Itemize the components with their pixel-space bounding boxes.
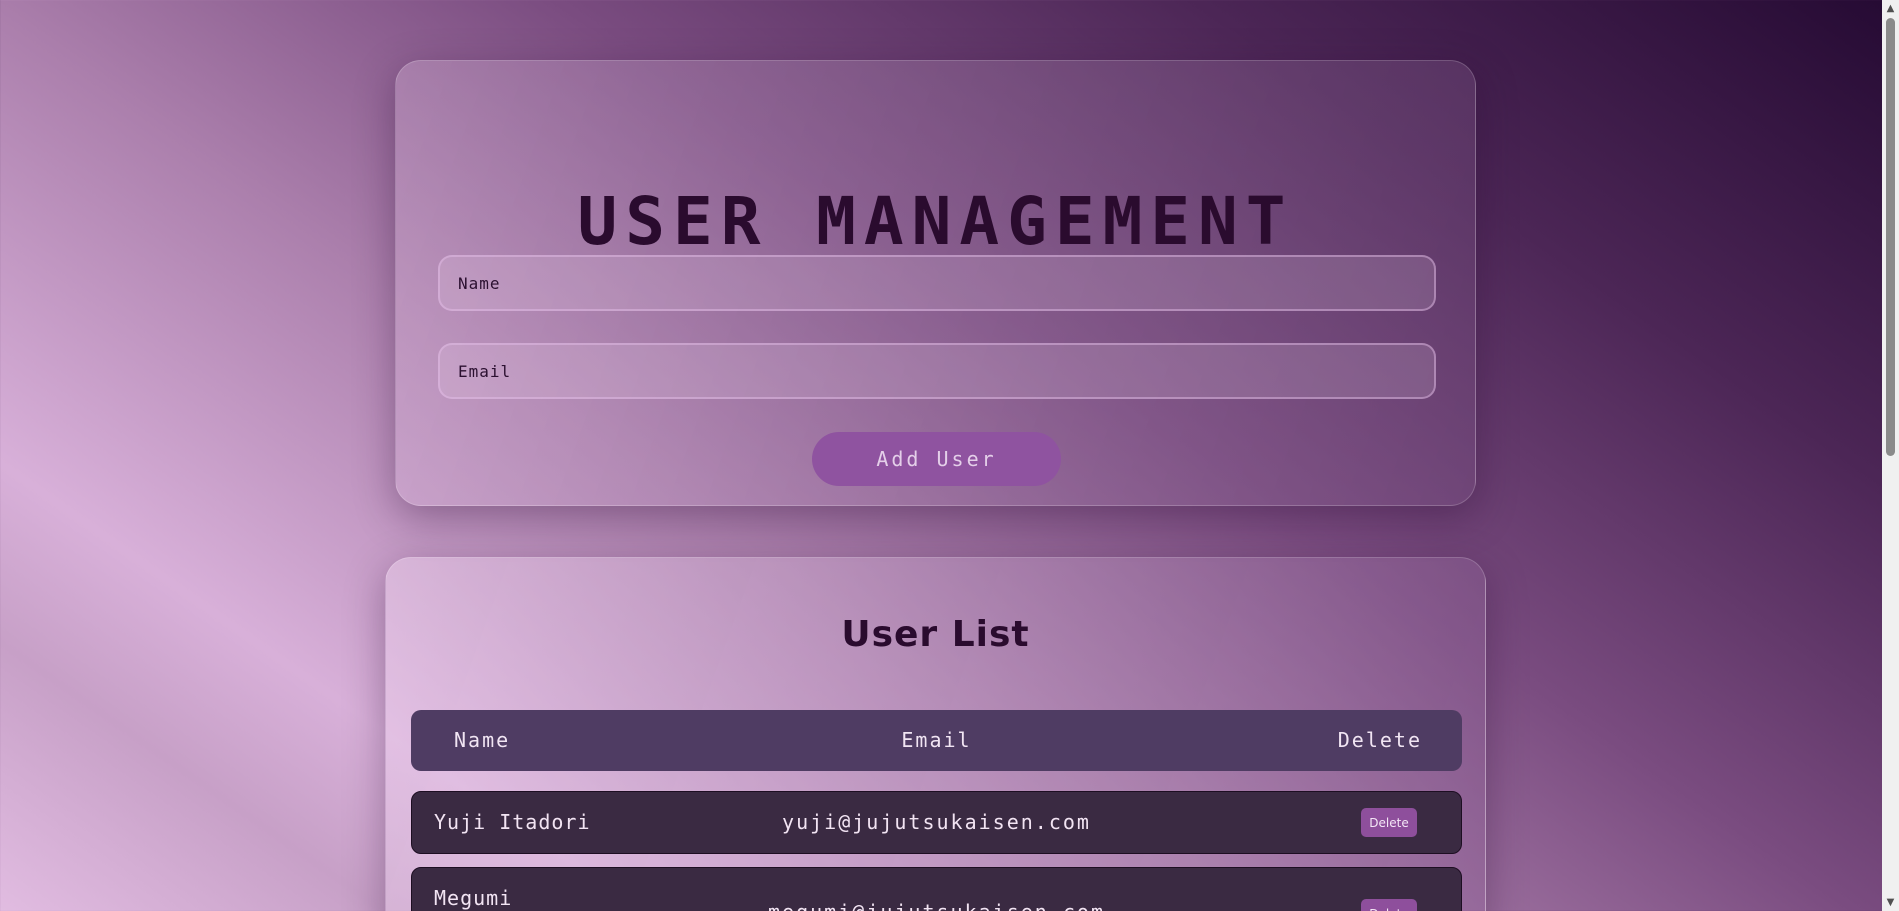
vertical-scrollbar[interactable]: ▲ ▼ xyxy=(1882,0,1899,911)
email-input[interactable] xyxy=(438,343,1436,399)
name-input[interactable] xyxy=(438,255,1436,311)
user-email-cell: yuji@jujutsukaisen.com xyxy=(782,810,1091,834)
table-row: Yuji Itadori yuji@jujutsukaisen.com Dele… xyxy=(411,791,1462,854)
user-form-card: USER MANAGEMENT Add User xyxy=(395,60,1476,506)
scroll-down-icon[interactable]: ▼ xyxy=(1882,894,1899,911)
user-email-cell: megumi@jujutsukaisen.com xyxy=(412,900,1461,911)
page: USER MANAGEMENT Add User User List Name … xyxy=(0,0,1882,911)
add-user-button[interactable]: Add User xyxy=(812,432,1061,486)
user-list-title: User List xyxy=(841,614,1030,655)
table-row: Megumi megumi@jujutsukaisen.com Delete xyxy=(411,867,1462,911)
table-header: Name Email Delete xyxy=(411,710,1462,771)
column-header-delete: Delete xyxy=(1337,728,1422,752)
scroll-up-icon[interactable]: ▲ xyxy=(1882,0,1899,17)
delete-user-button[interactable]: Delete xyxy=(1361,808,1417,837)
column-header-email: Email xyxy=(901,728,972,752)
page-title: USER MANAGEMENT xyxy=(577,183,1294,260)
user-list-card: User List Name Email Delete Yuji Itadori… xyxy=(385,557,1486,911)
scrollbar-thumb[interactable] xyxy=(1886,18,1895,456)
delete-user-button[interactable]: Delete xyxy=(1361,899,1417,911)
